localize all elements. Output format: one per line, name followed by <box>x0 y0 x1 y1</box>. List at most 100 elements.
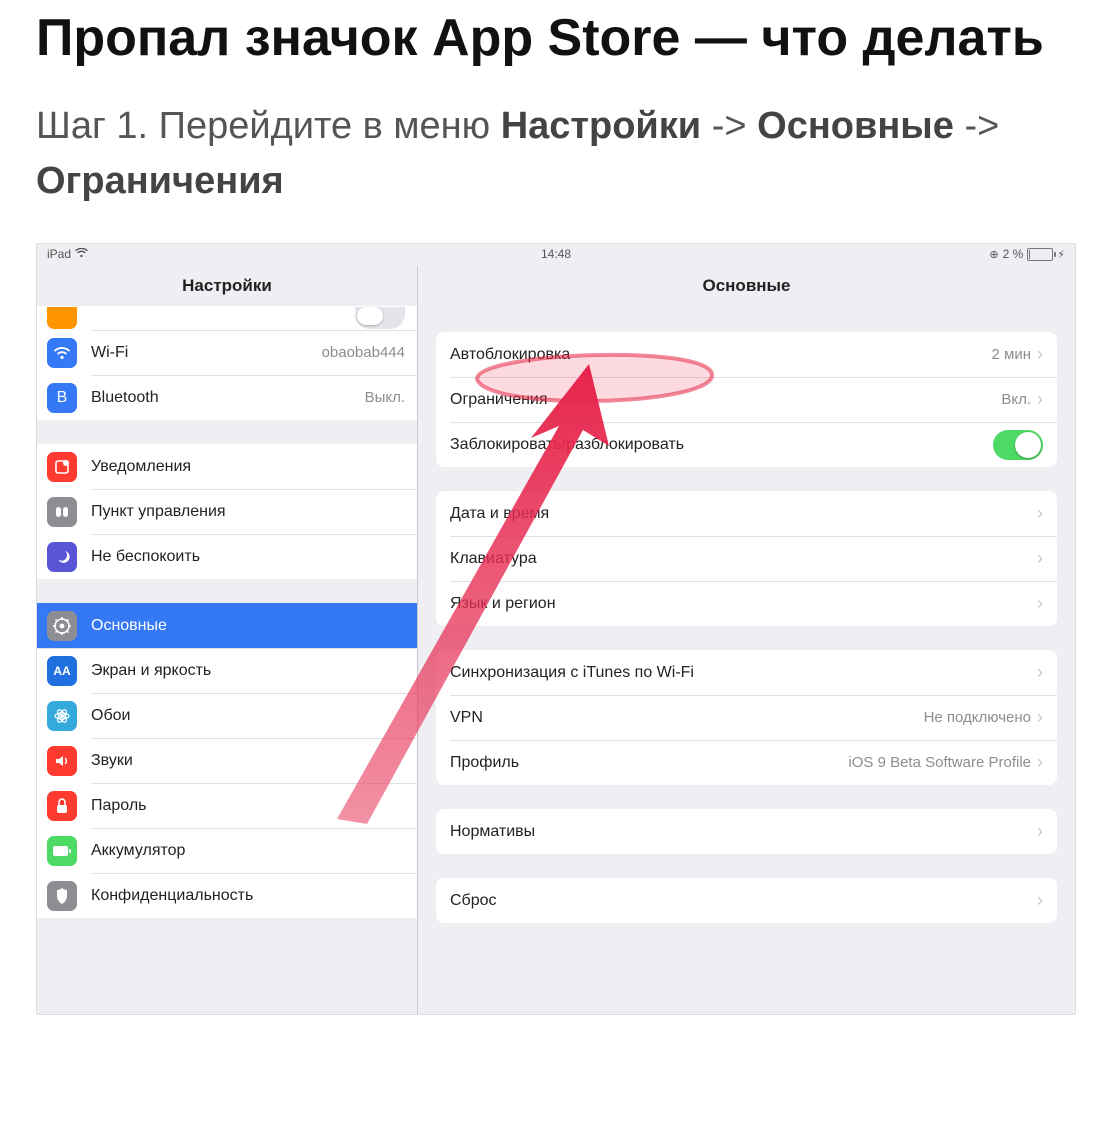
notifications-icon <box>47 452 77 482</box>
panel-title: Основные <box>418 266 1075 306</box>
sidebar-item-label: Пункт управления <box>91 503 405 521</box>
lock-unlock-switch[interactable] <box>993 430 1043 460</box>
sidebar-item-label: Wi-Fi <box>91 344 314 362</box>
step-bold-3: Ограничения <box>36 160 284 202</box>
sidebar-item-control-center[interactable]: Пункт управления <box>37 489 417 534</box>
group-sync: Синхронизация с iTunes по Wi-Fi › VPN Не… <box>436 650 1057 785</box>
sidebar-item-sounds[interactable]: Звуки <box>37 738 417 783</box>
sidebar-item-bluetooth[interactable]: B Bluetooth Выкл. <box>37 375 417 420</box>
status-bar: iPad 14:48 ⊕ 2 % ⚡︎ <box>37 244 1075 266</box>
detail-panel: Основные Автоблокировка 2 мин › Ограниче… <box>418 266 1075 1014</box>
row-label: Заблокировать/разблокировать <box>450 436 993 454</box>
chevron-right-icon: › <box>1037 548 1043 569</box>
sidebar-item-label: Звуки <box>91 752 405 770</box>
sidebar-item-label: Уведомления <box>91 458 405 476</box>
row-value: 2 мин <box>992 346 1032 363</box>
battery-settings-icon <box>47 836 77 866</box>
row-value: Вкл. <box>1001 391 1031 408</box>
sidebar-item-label: Конфиденциальность <box>91 887 405 905</box>
sidebar-item-label: Обои <box>91 707 405 725</box>
row-keyboard[interactable]: Клавиатура › <box>436 536 1057 581</box>
row-itunes-wifi[interactable]: Синхронизация с iTunes по Wi-Fi › <box>436 650 1057 695</box>
chevron-right-icon: › <box>1037 662 1043 683</box>
step-bold-1: Настройки <box>501 105 701 147</box>
row-restrictions[interactable]: Ограничения Вкл. › <box>436 377 1057 422</box>
sidebar-item-display[interactable]: AA Экран и яркость <box>37 648 417 693</box>
row-language[interactable]: Язык и регион › <box>436 581 1057 626</box>
row-value: iOS 9 Beta Software Profile <box>848 754 1031 771</box>
row-label: Сброс <box>450 892 1037 910</box>
row-value: Не подключено <box>924 709 1031 726</box>
row-label: Автоблокировка <box>450 346 992 364</box>
bluetooth-icon: B <box>47 383 77 413</box>
ipad-screenshot: iPad 14:48 ⊕ 2 % ⚡︎ Настройки <box>36 243 1076 1015</box>
row-label: Нормативы <box>450 823 1037 841</box>
chevron-right-icon: › <box>1037 752 1043 773</box>
article-title: Пропал значок App Store — что делать <box>36 6 1074 71</box>
sidebar-item-passcode[interactable]: Пароль <box>37 783 417 828</box>
step-1-text: Шаг 1. Перейдите в меню Настройки -> Осн… <box>36 99 1074 209</box>
group-regulatory: Нормативы › <box>436 809 1057 854</box>
battery-icon <box>1027 248 1053 261</box>
settings-sidebar: Настройки Wi-Fi obaobab444 <box>37 266 418 1014</box>
sidebar-item-label: Пароль <box>91 797 405 815</box>
airplane-toggle[interactable] <box>355 307 405 329</box>
chevron-right-icon: › <box>1037 593 1043 614</box>
sounds-icon <box>47 746 77 776</box>
sidebar-item-label: Аккумулятор <box>91 842 405 860</box>
row-label: Профиль <box>450 754 848 772</box>
chevron-right-icon: › <box>1037 389 1043 410</box>
orientation-lock-icon: ⊕ <box>989 248 998 261</box>
bluetooth-value: Выкл. <box>365 389 405 406</box>
wallpaper-icon <box>47 701 77 731</box>
sidebar-item-wallpaper[interactable]: Обои <box>37 693 417 738</box>
dnd-icon <box>47 542 77 572</box>
chevron-right-icon: › <box>1037 344 1043 365</box>
status-time: 14:48 <box>37 247 1075 261</box>
row-autolock[interactable]: Автоблокировка 2 мин › <box>436 332 1057 377</box>
step-arrow-2: -> <box>954 105 999 147</box>
row-regulatory[interactable]: Нормативы › <box>436 809 1057 854</box>
privacy-icon <box>47 881 77 911</box>
control-center-icon <box>47 497 77 527</box>
sidebar-item-notifications[interactable]: Уведомления <box>37 444 417 489</box>
group-lock: Автоблокировка 2 мин › Ограничения Вкл. … <box>436 332 1057 467</box>
chevron-right-icon: › <box>1037 503 1043 524</box>
sidebar-item-battery[interactable]: Аккумулятор <box>37 828 417 873</box>
sidebar-item-label: Bluetooth <box>91 389 357 407</box>
row-vpn[interactable]: VPN Не подключено › <box>436 695 1057 740</box>
battery-percent: 2 % <box>1003 247 1024 261</box>
group-datetime: Дата и время › Клавиатура › Язык и регио… <box>436 491 1057 626</box>
row-label: Дата и время <box>450 505 1037 523</box>
wifi-settings-icon <box>47 338 77 368</box>
row-label: Ограничения <box>450 391 1001 409</box>
sidebar-title: Настройки <box>37 266 417 306</box>
passcode-icon <box>47 791 77 821</box>
sidebar-item-dnd[interactable]: Не беспокоить <box>37 534 417 579</box>
sidebar-item-privacy[interactable]: Конфиденциальность <box>37 873 417 918</box>
row-label: Язык и регион <box>450 595 1037 613</box>
chevron-right-icon: › <box>1037 821 1043 842</box>
sidebar-item-label: Не беспокоить <box>91 548 405 566</box>
row-lock-unlock[interactable]: Заблокировать/разблокировать <box>436 422 1057 467</box>
chevron-right-icon: › <box>1037 707 1043 728</box>
row-label: Синхронизация с iTunes по Wi-Fi <box>450 664 1037 682</box>
row-profile[interactable]: Профиль iOS 9 Beta Software Profile › <box>436 740 1057 785</box>
wifi-network-value: obaobab444 <box>322 344 405 361</box>
gear-icon <box>47 611 77 641</box>
step-prefix: Шаг 1. Перейдите в меню <box>36 105 501 147</box>
step-arrow-1: -> <box>701 105 757 147</box>
sidebar-item-airplane[interactable] <box>37 306 417 330</box>
airplane-icon <box>47 307 77 329</box>
row-reset[interactable]: Сброс › <box>436 878 1057 923</box>
step-bold-2: Основные <box>757 105 954 147</box>
display-icon: AA <box>47 656 77 686</box>
group-reset: Сброс › <box>436 878 1057 923</box>
chevron-right-icon: › <box>1037 890 1043 911</box>
sidebar-item-general[interactable]: Основные <box>37 603 417 648</box>
charging-icon: ⚡︎ <box>1057 248 1065 261</box>
row-label: VPN <box>450 709 924 727</box>
sidebar-item-wifi[interactable]: Wi-Fi obaobab444 <box>37 330 417 375</box>
row-datetime[interactable]: Дата и время › <box>436 491 1057 536</box>
sidebar-item-label: Экран и яркость <box>91 662 405 680</box>
